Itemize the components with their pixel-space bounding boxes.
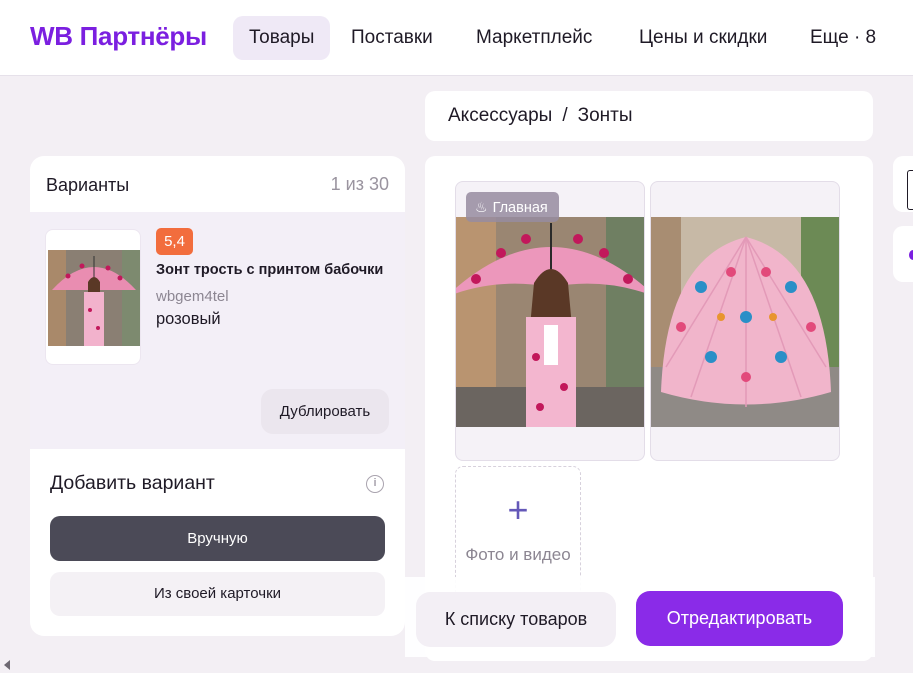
nav-tab-marketplace[interactable]: Маркетплейс	[460, 16, 608, 60]
main-photo-label: Главная	[492, 200, 548, 216]
add-variant-title: Добавить вариант	[50, 472, 215, 494]
variants-count: 1 из 30	[330, 174, 389, 194]
fire-icon: ♨	[475, 199, 488, 215]
logo[interactable]: WB Партнёры	[30, 21, 207, 52]
from-card-button[interactable]: Из своей карточки	[50, 572, 385, 616]
action-bar: К списку товаров Отредактировать	[405, 577, 875, 657]
variants-title: Варианты	[46, 175, 130, 195]
nav-tab-supplies[interactable]: Поставки	[335, 16, 449, 60]
duplicate-button[interactable]: Дублировать	[261, 389, 389, 434]
main-photo-badge: ♨ Главная	[466, 192, 559, 222]
edit-button[interactable]: Отредактировать	[636, 591, 843, 646]
variant-thumbnail[interactable]	[45, 229, 141, 365]
add-photo-label: Фото и видео	[465, 545, 571, 564]
plus-icon: +	[507, 489, 529, 530]
breadcrumb-separator: /	[562, 105, 568, 126]
nav-tab-prices[interactable]: Цены и скидки	[623, 16, 783, 60]
rating-badge: 5,4	[156, 228, 193, 255]
scroll-left-arrow-icon[interactable]	[4, 660, 10, 670]
variants-panel: Варианты 1 из 30 5,4 Зонт трость с принт…	[30, 156, 405, 636]
side-widget-top[interactable]	[893, 156, 913, 212]
info-icon[interactable]: i	[366, 475, 384, 493]
manual-button[interactable]: Вручную	[50, 516, 385, 561]
top-header: WB Партнёры Товары Поставки Маркетплейс …	[0, 0, 913, 76]
nav-tab-more[interactable]: Еще · 8	[794, 16, 892, 60]
breadcrumb-category[interactable]: Аксессуары	[448, 105, 552, 126]
breadcrumb: Аксессуары / Зонты	[425, 91, 873, 141]
photo-secondary[interactable]	[650, 181, 840, 461]
variant-item[interactable]: 5,4 Зонт трость с принтом бабочки wbgem4…	[30, 212, 405, 449]
side-widget-bottom[interactable]	[893, 226, 913, 282]
back-to-list-button[interactable]: К списку товаров	[416, 592, 616, 647]
variant-color: розовый	[156, 310, 221, 328]
photo-main[interactable]: ♨ Главная	[455, 181, 645, 461]
variant-sku: wbgem4tel	[156, 288, 229, 305]
nav-tab-products[interactable]: Товары	[233, 16, 331, 60]
breadcrumb-subcategory[interactable]: Зонты	[578, 105, 633, 126]
variant-title: Зонт трость с принтом бабочки	[156, 262, 384, 278]
